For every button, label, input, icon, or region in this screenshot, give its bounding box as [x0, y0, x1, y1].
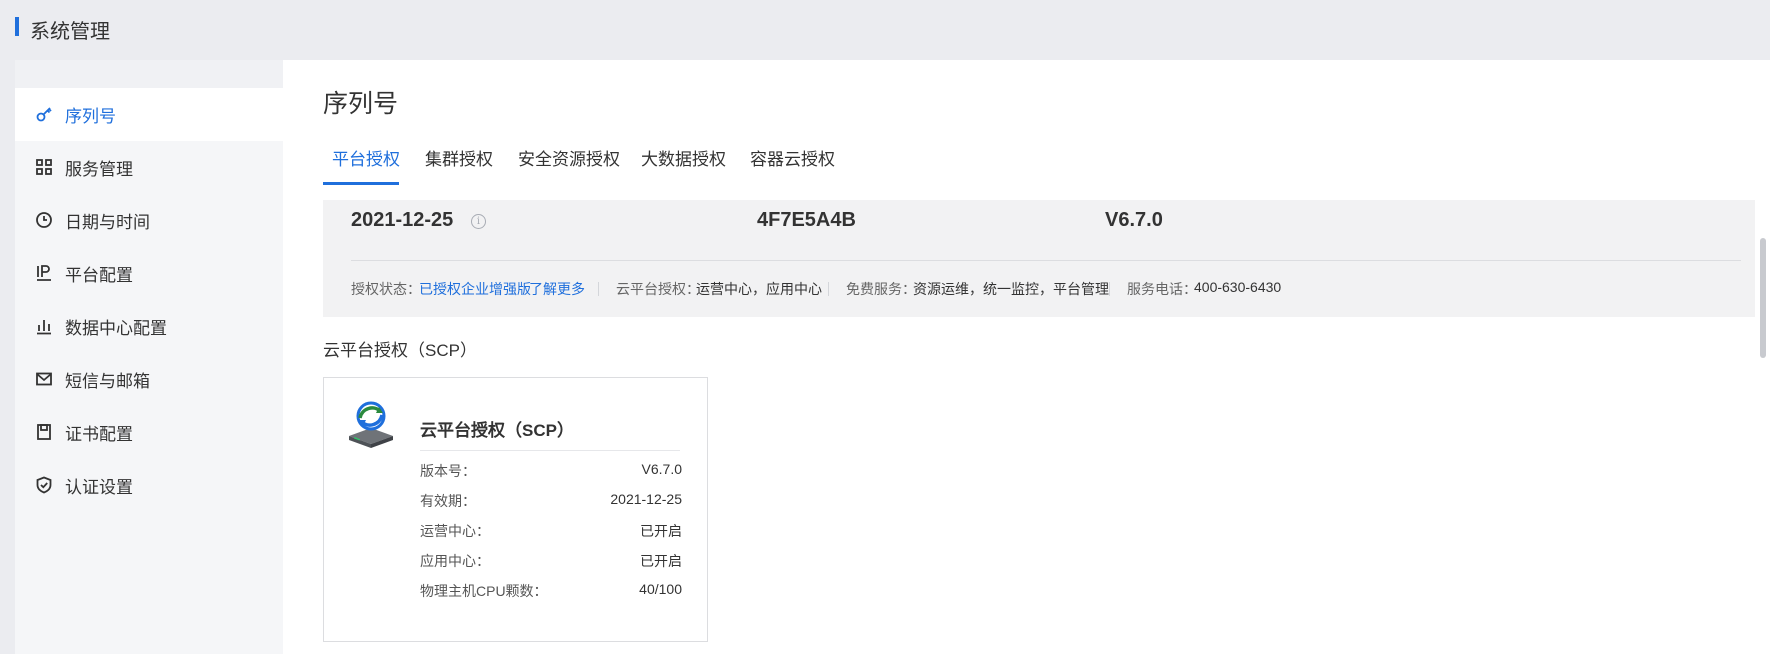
- card-row-version: 版本号： V6.7.0: [420, 461, 682, 481]
- title-accent-bar: [15, 17, 19, 36]
- row-value: V6.7.0: [641, 461, 682, 477]
- sidebar-item-datacenter[interactable]: 数据中心配置: [15, 300, 283, 353]
- row-value: 2021-12-25: [610, 491, 682, 507]
- cloud-license-label: 云平台授权：: [616, 281, 700, 297]
- tab-label: 安全资源授权: [518, 150, 620, 169]
- sidebar-item-label: 日期与时间: [65, 213, 150, 232]
- sidebar-item-label: 证书配置: [65, 425, 133, 444]
- divider: [351, 260, 1741, 261]
- card-row-cpu-count: 物理主机CPU颗数： 40/100: [420, 581, 682, 601]
- sidebar-item-datetime[interactable]: 日期与时间: [15, 194, 283, 247]
- sidebar-item-label: 序列号: [65, 107, 116, 126]
- grid-icon: [36, 159, 52, 175]
- ip-icon: [37, 265, 51, 281]
- sidebar-item-platform[interactable]: 平台配置: [15, 247, 283, 300]
- expire-date: 2021-12-25: [351, 209, 454, 231]
- sidebar-item-label: 平台配置: [65, 266, 133, 285]
- tab-cluster-license[interactable]: 集群授权: [425, 143, 495, 185]
- sidebar-item-label: 短信与邮箱: [65, 372, 150, 391]
- vertical-scrollbar[interactable]: [1760, 238, 1766, 358]
- service-phone-label: 服务电话：: [1127, 281, 1197, 297]
- free-service-value: 资源运维，统一监控，平台管理: [913, 281, 1109, 297]
- tab-platform-license[interactable]: 平台授权: [323, 143, 400, 185]
- key-icon: [36, 107, 52, 122]
- serial-number: 4F7E5A4B: [757, 209, 856, 231]
- sidebar-item-label: 服务管理: [65, 160, 133, 179]
- tab-security-resource-license[interactable]: 安全资源授权: [518, 143, 628, 185]
- tab-label: 平台授权: [332, 150, 400, 169]
- row-label: 物理主机CPU颗数：: [420, 583, 548, 599]
- free-service-label: 免费服务：: [846, 281, 916, 297]
- license-card[interactable]: 云平台授权（SCP） 版本号： V6.7.0 有效期： 2021-12-25 运…: [323, 377, 708, 642]
- sidebar-item-serial[interactable]: 序列号: [15, 88, 283, 141]
- bar-chart-icon: [37, 320, 51, 335]
- sidebar-item-sms-mail[interactable]: 短信与邮箱: [15, 353, 283, 406]
- tab-label: 容器云授权: [750, 150, 835, 169]
- card-title: 云平台授权（SCP）: [420, 421, 574, 440]
- top-bar: 系统管理: [0, 0, 1770, 53]
- row-value: 40/100: [639, 581, 682, 597]
- main-panel: 序列号 平台授权 集群授权 安全资源授权 大数据授权 容器云授权 2021-12…: [283, 60, 1770, 654]
- shield-icon: [36, 476, 52, 494]
- tab-container-cloud-license[interactable]: 容器云授权: [750, 143, 840, 185]
- row-value: 已开启: [640, 523, 682, 539]
- row-value: 已开启: [640, 553, 682, 569]
- sidebar-item-certificate[interactable]: 证书配置: [15, 406, 283, 459]
- card-row-validity: 有效期： 2021-12-25: [420, 491, 682, 511]
- divider: [598, 282, 599, 296]
- sidebar-item-label: 认证设置: [65, 478, 133, 497]
- learn-more-link[interactable]: 了解更多: [529, 279, 585, 299]
- app-title: 系统管理: [30, 21, 110, 43]
- certificate-icon: [37, 424, 51, 440]
- sidebar: 序列号 服务管理 日期与时间 平台配置 数据中心配置 短信与邮箱 证书配置 认证…: [15, 60, 283, 654]
- tab-bigdata-license[interactable]: 大数据授权: [641, 143, 731, 185]
- row-label: 应用中心：: [420, 553, 490, 569]
- clock-icon: [36, 212, 52, 228]
- row-label: 有效期：: [420, 493, 476, 509]
- status-value-link[interactable]: 已授权企业增强版: [419, 279, 531, 299]
- divider: [420, 450, 680, 451]
- tab-label: 大数据授权: [641, 150, 726, 169]
- info-icon[interactable]: i: [471, 214, 486, 229]
- service-phone-value: 400-630-6430: [1194, 279, 1282, 295]
- mail-icon: [36, 372, 52, 386]
- cloud-server-logo-icon: [349, 401, 393, 448]
- card-row-ops-center: 运营中心： 已开启: [420, 521, 682, 541]
- row-label: 版本号：: [420, 463, 476, 479]
- cloud-license-value: 运营中心，应用中心: [696, 281, 822, 297]
- sidebar-item-service[interactable]: 服务管理: [15, 141, 283, 194]
- tab-active-underline: [323, 182, 399, 185]
- card-row-app-center: 应用中心： 已开启: [420, 551, 682, 571]
- page-title: 序列号: [323, 90, 399, 118]
- sidebar-item-auth[interactable]: 认证设置: [15, 459, 283, 512]
- status-label: 授权状态：: [351, 281, 421, 297]
- sidebar-item-label: 数据中心配置: [65, 319, 167, 338]
- license-summary-panel: 2021-12-25 i 4F7E5A4B V6.7.0 授权状态： 已授权企业…: [323, 200, 1755, 317]
- divider: [828, 282, 829, 296]
- tab-label: 集群授权: [425, 150, 493, 169]
- section-title: 云平台授权（SCP）: [323, 341, 477, 360]
- divider: [1109, 282, 1110, 296]
- row-label: 运营中心：: [420, 523, 490, 539]
- version-value: V6.7.0: [1105, 209, 1163, 231]
